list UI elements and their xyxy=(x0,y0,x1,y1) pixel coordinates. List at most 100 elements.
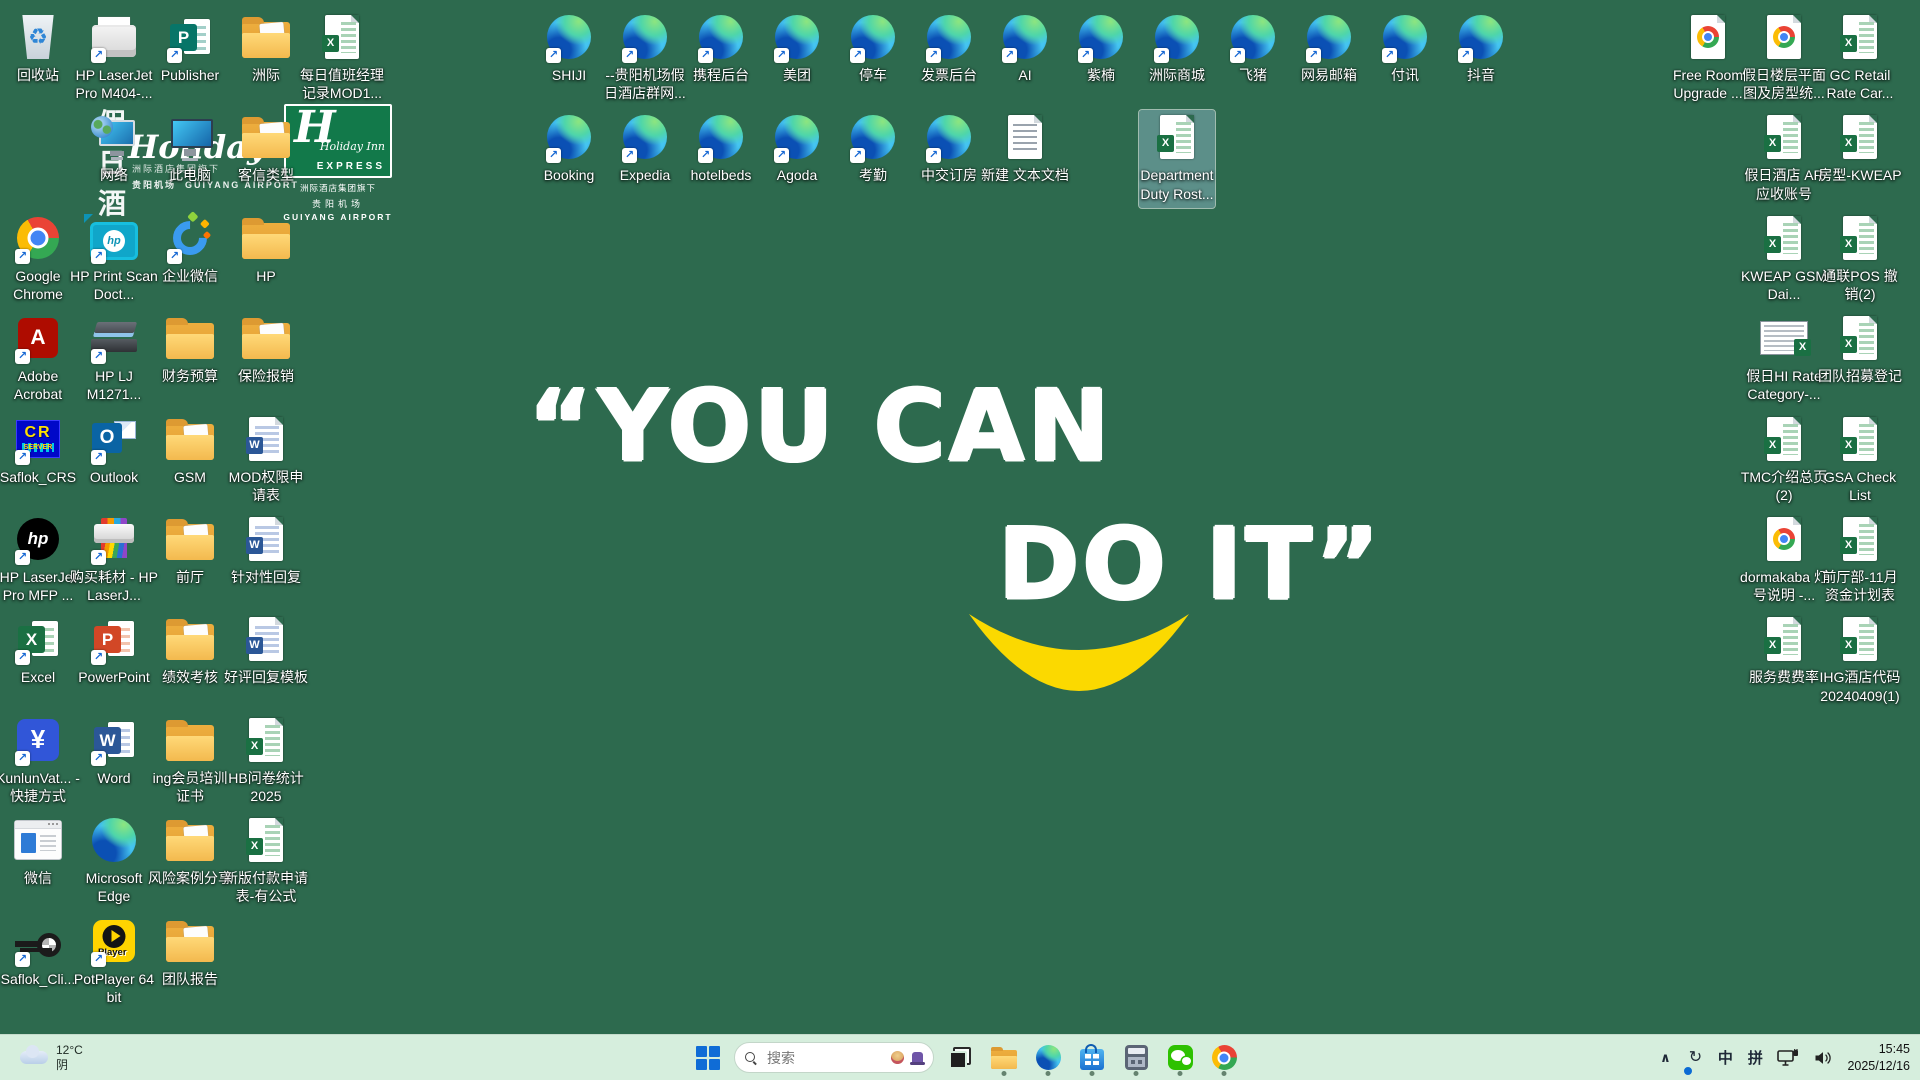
desktop-icon-middle-15[interactable]: ↗ hotelbeds xyxy=(683,110,759,208)
tray-chevron-icon[interactable]: ∧ xyxy=(1657,1042,1673,1074)
desktop-icon-right-14[interactable]: X IHG酒店代码 20240409(1) xyxy=(1820,612,1900,710)
desktop-icon-middle-17[interactable]: ↗ 考勤 xyxy=(835,110,911,208)
desktop-icon-left-30[interactable]: ing会员培训证书 xyxy=(152,713,228,811)
folder-doc-icon xyxy=(166,619,214,661)
desktop-icon-middle-14[interactable]: ↗ Expedia xyxy=(607,110,683,208)
calculator-button[interactable] xyxy=(1118,1038,1154,1078)
desktop-icon-middle-9[interactable]: ↗ 飞猪 xyxy=(1215,10,1291,108)
desktop-icon-left-36[interactable]: ↗ Saflok_Cli... xyxy=(0,914,76,1012)
desktop-icon-left-26[interactable]: 绩效考核 xyxy=(152,612,228,710)
desktop-icon-right-11[interactable]: dormakaba 灯号说明 -... xyxy=(1740,512,1828,610)
network-icon[interactable] xyxy=(1777,1042,1799,1074)
desktop-icon-left-10[interactable]: ↗ 企业微信 xyxy=(152,210,228,309)
ime-language-indicator[interactable]: 中 xyxy=(1717,1042,1733,1074)
file-explorer-button[interactable] xyxy=(986,1038,1022,1078)
desktop-icon-middle-0[interactable]: ↗ SHIJI xyxy=(531,10,607,108)
desktop-icon-left-31[interactable]: X HB问卷统计2025 xyxy=(228,713,304,811)
tray-sync-icon[interactable]: ↻ xyxy=(1683,1042,1703,1076)
store-button[interactable] xyxy=(1074,1038,1110,1078)
desktop-icon-left-5[interactable]: 网络 xyxy=(76,110,152,208)
desktop-icon-left-28[interactable]: ¥ ↗ KunlunVat... - 快捷方式 xyxy=(0,713,80,811)
desktop-icon-left-37[interactable]: Player ↗ PotPlayer 64 bit xyxy=(74,914,154,1012)
desktop-icon-middle-5[interactable]: ↗ 发票后台 xyxy=(911,10,987,108)
desktop-icon-left-29[interactable]: W ↗ Word xyxy=(76,713,152,811)
desktop-icon-right-3[interactable]: X 假日酒店 AR 应收账号 xyxy=(1744,110,1824,208)
edge-button[interactable] xyxy=(1030,1038,1066,1078)
desktop-icon-middle-6[interactable]: ↗ AI xyxy=(987,10,1063,108)
desktop-icon-left-7[interactable]: 客信类型 xyxy=(228,110,304,208)
desktop-icon-middle-18[interactable]: ↗ 中交订房 xyxy=(911,110,987,208)
clock[interactable]: 15:45 2025/12/16 xyxy=(1847,1042,1910,1074)
desktop-icon-middle-13[interactable]: ↗ Booking xyxy=(531,110,607,208)
desktop-icon-left-23[interactable]: W 针对性回复 xyxy=(228,512,304,610)
desktop-icon-right-12[interactable]: X 前厅部-11月资金计划表 xyxy=(1822,512,1898,610)
start-button[interactable] xyxy=(690,1038,726,1078)
icon-wrap: P ↗ xyxy=(152,10,228,64)
desktop-icon-left-19[interactable]: W MOD权限申请表 xyxy=(228,412,304,510)
shortcut-arrow-icon: ↗ xyxy=(1078,48,1093,63)
desktop-icon-left-22[interactable]: 前厅 xyxy=(152,512,228,610)
desktop-icon-right-0[interactable]: Free Room Upgrade ... xyxy=(1670,10,1746,108)
desktop-icon-right-2[interactable]: X GC Retail Rate Car... xyxy=(1822,10,1898,108)
desktop-icon-right-7[interactable]: X 假日HI Rate Category-... xyxy=(1746,311,1822,409)
desktop-icon-left-20[interactable]: hp ↗ HP LaserJet Pro MFP ... xyxy=(0,512,76,610)
desktop-icon-middle-10[interactable]: ↗ 网易邮箱 xyxy=(1291,10,1367,108)
desktop-icon-left-34[interactable]: 风险案例分享 xyxy=(148,813,232,911)
desktop-icon-left-38[interactable]: 团队报告 xyxy=(152,914,228,1012)
desktop-icon-middle-12[interactable]: ↗ 抖音 xyxy=(1443,10,1519,108)
desktop-icon-label: PowerPoint xyxy=(78,669,150,686)
desktop-icon-right-13[interactable]: X 服务费费率 xyxy=(1746,612,1822,710)
desktop-icon-left-24[interactable]: X ↗ Excel xyxy=(0,612,76,710)
desktop-icon-left-33[interactable]: Microsoft Edge xyxy=(76,813,152,911)
desktop-icon-left-32[interactable]: 微信 xyxy=(0,813,76,911)
wechat-button[interactable] xyxy=(1162,1038,1198,1078)
desktop-icon-right-4[interactable]: X 房型-KWEAP xyxy=(1818,110,1902,208)
desktop-icon-left-21[interactable]: ↗ 购买耗材 - HP LaserJ... xyxy=(70,512,158,610)
desktop-icon-left-11[interactable]: HP xyxy=(228,211,304,309)
desktop-icon-left-3[interactable]: 洲际 xyxy=(228,10,304,108)
desktop-icon-left-27[interactable]: W 好评回复模板 xyxy=(224,612,308,710)
desktop-icon-left-15[interactable]: 保险报销 xyxy=(228,311,304,409)
desktop-icon-right-1[interactable]: 假日楼层平面图及房型统... xyxy=(1742,10,1826,108)
desktop-icon-left-13[interactable]: ↗ HP LJ M1271... xyxy=(76,311,152,409)
desktop-icon-left-4[interactable]: X 每日值班经理记录MOD1... xyxy=(300,10,384,108)
weather-widget[interactable]: 12°C 阴 xyxy=(12,1035,91,1080)
desktop-icon-middle-11[interactable]: ↗ 付讯 xyxy=(1367,10,1443,108)
desktop-icon-left-9[interactable]: hp ↗ HP Print Scan Doct... xyxy=(70,211,158,309)
desktop-icon-right-9[interactable]: X TMC介绍总页(2) xyxy=(1741,412,1827,510)
desktop-icon-middle-1[interactable]: ↗ --贵阳机场假日酒店群网... xyxy=(604,10,686,108)
desktop-icon-left-25[interactable]: P ↗ PowerPoint xyxy=(76,612,152,710)
desktop-icon-label: ing会员培训证书 xyxy=(152,769,228,804)
desktop-icon-right-5[interactable]: X KWEAP GSM Dai... xyxy=(1741,211,1827,309)
taskbar-search[interactable] xyxy=(734,1042,934,1073)
desktop-icon-right-8[interactable]: X 团队招募登记 xyxy=(1818,311,1902,409)
desktop-icon-middle-20[interactable]: X Department Duty Rost... xyxy=(1138,109,1216,210)
desktop-icon-middle-16[interactable]: ↗ Agoda xyxy=(759,110,835,208)
desktop-icon-left-14[interactable]: 财务预算 xyxy=(152,311,228,409)
desktop-icon-left-2[interactable]: P ↗ Publisher xyxy=(152,10,228,108)
desktop-icon-left-0[interactable]: ♻ 回收站 xyxy=(0,10,76,108)
desktop-icon-left-17[interactable]: O ↗ Outlook xyxy=(76,412,152,510)
desktop-icon-middle-7[interactable]: ↗ 紫楠 xyxy=(1063,10,1139,108)
desktop-icon-left-12[interactable]: A ↗ Adobe Acrobat xyxy=(0,311,76,409)
desktop-icon-left-16[interactable]: CR SERVER ↗ Saflok_CRS xyxy=(0,412,76,510)
search-input[interactable] xyxy=(765,1048,883,1067)
desktop-icon-middle-8[interactable]: ↗ 洲际商城 xyxy=(1139,10,1215,108)
desktop-icon-middle-2[interactable]: ↗ 携程后台 xyxy=(683,10,759,108)
desktop-icon-middle-4[interactable]: ↗ 停车 xyxy=(835,10,911,108)
desktop-icon-middle-19[interactable]: 新建 文本文档 xyxy=(981,110,1069,208)
task-view-button[interactable] xyxy=(942,1038,978,1078)
desktop-icon-label: HP LJ M1271... xyxy=(86,368,142,403)
desktop-icon-left-1[interactable]: ↗ HP LaserJet Pro M404-... xyxy=(75,10,153,108)
volume-icon[interactable] xyxy=(1813,1042,1833,1074)
desktop-icon-left-18[interactable]: GSM xyxy=(152,412,228,510)
desktop-icon-left-6[interactable]: 此电脑 xyxy=(152,110,228,208)
desktop-icon-label: PotPlayer 64 bit xyxy=(73,970,155,1005)
desktop-icon-right-10[interactable]: X GSA Check List xyxy=(1822,412,1898,510)
desktop-icon-left-8[interactable]: ↗ Google Chrome xyxy=(0,211,76,309)
chrome-button[interactable] xyxy=(1206,1038,1242,1078)
desktop-icon-right-6[interactable]: X 通联POS 撤销(2) xyxy=(1822,211,1898,309)
desktop-icon-middle-3[interactable]: ↗ 美团 xyxy=(759,10,835,108)
desktop-icon-left-35[interactable]: X 新版付款申请表-有公式 xyxy=(224,813,308,911)
ime-mode-indicator[interactable]: 拼 xyxy=(1747,1042,1763,1074)
